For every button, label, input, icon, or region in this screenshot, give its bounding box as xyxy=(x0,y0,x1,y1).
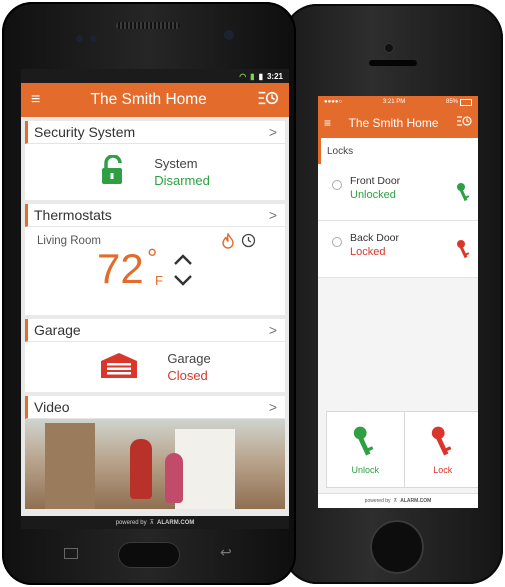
front-camera xyxy=(385,44,393,52)
card-title: Thermostats xyxy=(34,207,112,223)
app-header: ≡ The Smith Home xyxy=(318,108,478,138)
lock-label: Lock xyxy=(433,464,453,475)
earpiece-speaker xyxy=(116,22,180,29)
garage-label: Garage xyxy=(167,351,211,366)
android-device: ◠ ▮ ▮ 3:21 ≡ The Smith Home Security Sys… xyxy=(2,2,296,585)
iphone-screen: ●●●●○ 3:21 PM 85% ≡ The Smith Home Locks… xyxy=(318,96,478,508)
front-camera xyxy=(224,30,234,40)
powered-by-text: powered by xyxy=(364,498,391,504)
unlock-label: Unlock xyxy=(351,464,379,475)
sensor-dot xyxy=(90,35,97,42)
video-thumbnail[interactable] xyxy=(25,419,285,509)
battery-icon xyxy=(460,98,472,106)
key-icon xyxy=(430,425,456,459)
android-status-bar: ◠ ▮ ▮ 3:21 xyxy=(21,69,289,83)
chevron-up-icon[interactable] xyxy=(173,253,193,271)
lock-name: Front Door xyxy=(350,175,401,187)
header-title: The Smith Home xyxy=(90,91,207,108)
flame-icon xyxy=(221,232,235,254)
lock-row-front-door[interactable]: Front Door Unlocked xyxy=(318,164,478,221)
schedule-menu-icon[interactable] xyxy=(456,114,472,132)
schedule-menu-icon[interactable] xyxy=(257,90,279,111)
chevron-right-icon: > xyxy=(268,322,277,338)
card-title: Video xyxy=(34,399,70,415)
menu-icon[interactable]: ≡ xyxy=(31,91,40,109)
lock-name: Back Door xyxy=(350,232,400,244)
powered-by-text: powered by xyxy=(115,519,147,526)
iphone-device: ●●●●○ 3:21 PM 85% ≡ The Smith Home Locks… xyxy=(280,4,503,584)
home-button[interactable] xyxy=(118,542,180,568)
thermostat-card[interactable]: Thermostats > Living Room 72 ° F xyxy=(25,204,285,315)
battery-percent: 85% xyxy=(445,99,458,105)
security-status: System Disarmed xyxy=(154,155,210,189)
degree-symbol: ° xyxy=(147,243,158,273)
card-header[interactable]: Thermostats > xyxy=(25,204,285,227)
chevron-right-icon: > xyxy=(268,399,277,415)
garage-value: Closed xyxy=(167,368,208,383)
lock-button[interactable]: Lock xyxy=(403,412,479,487)
garage-door-icon xyxy=(99,351,139,384)
child-figure xyxy=(130,439,152,499)
powered-by-footer: powered by ⊼ ALARM.COM xyxy=(21,516,289,529)
garage-card[interactable]: Garage > Garage Closed xyxy=(25,319,285,392)
lock-state: Locked xyxy=(350,246,386,258)
child-figure xyxy=(165,453,183,503)
lock-actions: Unlock Lock xyxy=(326,411,478,488)
status-time: 3:21 PM xyxy=(382,99,406,105)
door-panel xyxy=(45,423,95,509)
ios-status-bar: ●●●●○ 3:21 PM 85% xyxy=(318,96,478,108)
security-card[interactable]: Security System > System Disarmed xyxy=(25,121,285,200)
back-icon[interactable]: ↩ xyxy=(220,544,232,561)
alarm-logo-icon: ⊼ xyxy=(393,498,398,504)
wifi-icon: ◠ xyxy=(239,71,247,81)
header-title: The Smith Home xyxy=(348,116,439,130)
card-header[interactable]: Video > xyxy=(25,396,285,419)
video-card[interactable]: Video > xyxy=(25,396,285,509)
status-value: Disarmed xyxy=(154,173,210,188)
card-title: Security System xyxy=(34,124,136,140)
chevron-down-icon[interactable] xyxy=(173,273,193,291)
key-icon xyxy=(456,239,472,264)
sensor-dot xyxy=(76,35,83,42)
battery-icon: ▮ xyxy=(258,71,263,81)
earpiece-speaker xyxy=(369,60,417,66)
battery-status: 85% xyxy=(445,98,472,106)
unlock-button[interactable]: Unlock xyxy=(327,412,404,487)
chevron-right-icon: > xyxy=(268,207,277,223)
home-button[interactable] xyxy=(370,520,424,574)
locks-section-title: Locks xyxy=(318,138,478,164)
temperature-unit: F xyxy=(155,273,163,288)
chevron-right-icon: > xyxy=(268,124,277,140)
card-header[interactable]: Security System > xyxy=(25,121,285,144)
select-radio[interactable] xyxy=(332,180,342,190)
room-name: Living Room xyxy=(37,235,101,247)
card-title: Garage xyxy=(34,322,81,338)
carrier-signal: ●●●●○ xyxy=(324,99,343,105)
brand-text: ALARM.COM xyxy=(157,519,195,526)
temperature-value: 72 xyxy=(97,245,144,292)
signal-icon: ▮ xyxy=(250,71,255,81)
status-label: System xyxy=(154,156,198,171)
menu-icon[interactable]: ≡ xyxy=(324,116,331,130)
app-header: ≡ The Smith Home xyxy=(21,83,289,117)
alarm-logo-icon: ⊼ xyxy=(149,520,155,526)
doorway-shape xyxy=(175,429,235,509)
unlocked-padlock-icon xyxy=(100,153,126,190)
thermostat-body: Living Room 72 ° F xyxy=(25,227,285,315)
brand-text: ALARM.COM xyxy=(400,498,432,504)
recent-apps-icon[interactable] xyxy=(64,548,78,559)
garage-status: Garage Closed xyxy=(167,350,210,384)
lock-row-back-door[interactable]: Back Door Locked xyxy=(318,221,478,278)
key-icon xyxy=(456,182,472,207)
clock-icon[interactable] xyxy=(241,233,256,253)
status-time: 3:21 xyxy=(266,71,283,81)
garage-body: Garage Closed xyxy=(25,342,285,392)
powered-by-footer: powered by ⊼ ALARM.COM xyxy=(318,493,478,508)
lock-state: Unlocked xyxy=(350,189,396,201)
security-body: System Disarmed xyxy=(25,144,285,200)
select-radio[interactable] xyxy=(332,237,342,247)
android-screen: ◠ ▮ ▮ 3:21 ≡ The Smith Home Security Sys… xyxy=(21,69,289,529)
key-icon xyxy=(352,425,378,459)
card-header[interactable]: Garage > xyxy=(25,319,285,342)
